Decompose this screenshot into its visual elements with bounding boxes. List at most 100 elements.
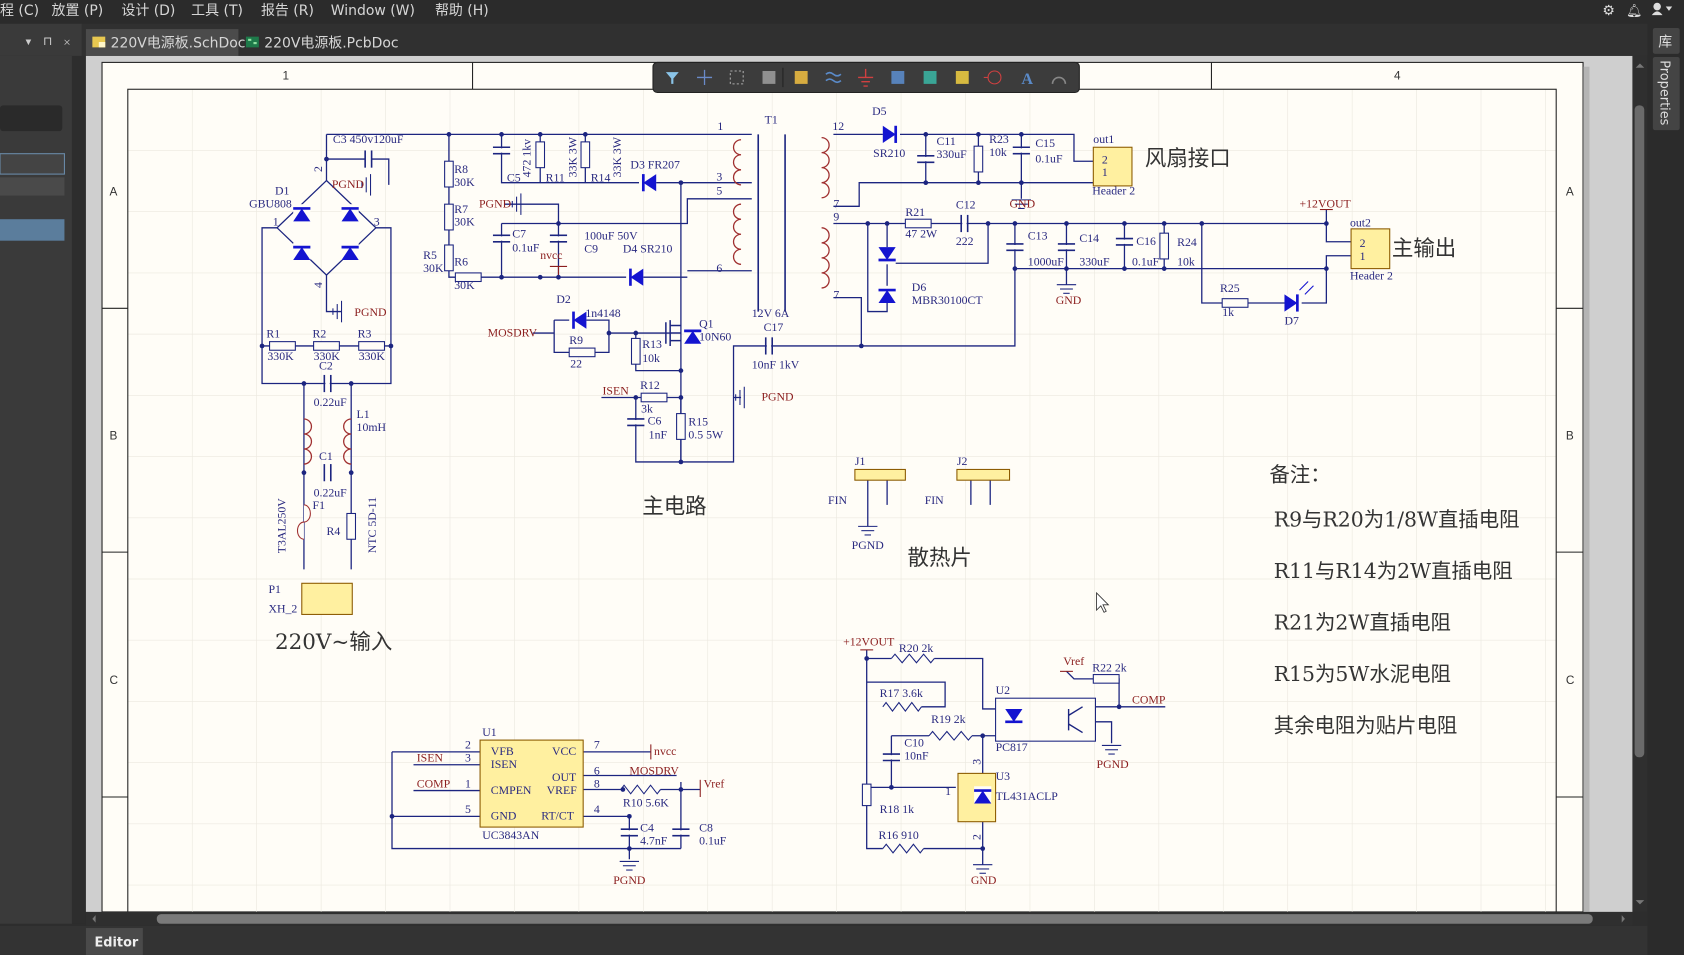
row-marker: B <box>1566 428 1574 442</box>
menu-item-reports[interactable]: 报告 (R) <box>261 3 314 19</box>
panel-row[interactable] <box>0 177 65 196</box>
label-d2v: 1n4148 <box>585 306 620 320</box>
horizontal-scroll-thumb[interactable] <box>156 914 1593 924</box>
label-d4: D4 SR210 <box>623 242 673 256</box>
vertical-scroll-thumb[interactable] <box>1634 105 1645 758</box>
row-marker: A <box>110 185 118 199</box>
junction-dot <box>678 459 684 465</box>
label-r11: R11 <box>546 171 565 185</box>
glyph <box>762 70 776 84</box>
text-icon[interactable]: A <box>1021 71 1033 88</box>
net-label-icon[interactable] <box>955 70 969 84</box>
label-p12: 12 <box>832 119 844 133</box>
label-c4v: 4.7nF <box>640 833 668 847</box>
label-d7: D7 <box>1284 313 1299 327</box>
panel-field[interactable] <box>0 153 65 175</box>
bus-icon[interactable] <box>891 70 905 84</box>
menu-item-help[interactable]: 帮助 (H) <box>435 3 489 19</box>
label-r10: R10 5.6K <box>623 796 669 810</box>
junction-dot <box>389 813 395 819</box>
junction-dot <box>1122 266 1127 271</box>
label-p9: 9 <box>833 209 839 223</box>
label-pgnd3: PGND <box>479 196 512 210</box>
label-d5v: SR210 <box>873 146 905 160</box>
menu-item-tools[interactable]: 工具 (T) <box>191 3 243 19</box>
label-t1p3: 3 <box>716 170 722 184</box>
resistor <box>1159 232 1170 260</box>
section-title-output: 主输出 <box>1392 237 1456 262</box>
tab-schdoc[interactable]: 220V电源板.SchDoc <box>85 29 245 56</box>
status-bar <box>0 925 1648 955</box>
label-f1v: T3AL250V <box>275 498 289 554</box>
junction-dot <box>556 221 561 226</box>
label-r4v: NTC 5D-11 <box>365 497 379 553</box>
label-r13: R13 <box>642 337 662 351</box>
panel-row-selected[interactable] <box>0 219 65 241</box>
library-label: 库 <box>1658 34 1672 50</box>
menu-item-design[interactable]: 设计 (D) <box>121 3 175 19</box>
junction-dot <box>980 846 986 851</box>
label-nvcc2: nvcc <box>654 744 676 758</box>
label-r1: R1 <box>266 326 280 340</box>
close-icon[interactable]: × <box>63 35 70 49</box>
label-u1p1: 1 <box>465 776 471 790</box>
label-r2: R2 <box>313 326 327 340</box>
label-f1: F1 <box>313 498 326 512</box>
heatsink-j2 <box>956 468 1011 481</box>
row-marker: B <box>110 428 118 442</box>
label-r14: R14 <box>591 171 611 185</box>
label-d6v: MBR30100CT <box>912 293 984 307</box>
junction-dot <box>388 343 394 349</box>
junction-dot <box>985 221 991 226</box>
glyph: A <box>1021 71 1033 88</box>
label-c11v: 330uF <box>937 147 968 161</box>
panel-search-input[interactable] <box>0 105 63 132</box>
label-u1p8: 8 <box>594 776 600 790</box>
label-r13v: 10k <box>642 351 660 365</box>
sheet-symbol-icon[interactable] <box>923 70 937 84</box>
tab-label: 220V电源板.PcbDoc <box>264 35 398 51</box>
header-out2 <box>1350 228 1391 270</box>
label-r20: R20 2k <box>899 641 934 655</box>
align-icon[interactable] <box>762 70 776 84</box>
junction-dot <box>1064 221 1069 226</box>
row-marker: C <box>110 673 119 687</box>
bell-icon[interactable]: 🔔︎ <box>1626 4 1642 18</box>
tab-pcbdoc[interactable]: 220V电源板.PcbDoc <box>245 35 399 51</box>
junction-dot <box>976 132 981 137</box>
label-r4: R4 <box>326 524 340 538</box>
menu-item-project[interactable]: 程 (C) <box>0 3 39 19</box>
label-r6: R6 <box>454 254 468 268</box>
resistor <box>444 160 454 188</box>
label-c8v: 0.1uF <box>699 833 727 847</box>
notes-title: 备注： <box>1269 462 1330 486</box>
label-isen1: ISEN <box>603 383 630 397</box>
junction-dot <box>1116 704 1122 710</box>
label-vref: VREF <box>547 783 578 797</box>
pin-icon[interactable]: ⊓ <box>43 34 52 48</box>
properties-panel-button[interactable]: Properties <box>1652 57 1680 131</box>
label-out2: out2 <box>1350 216 1371 230</box>
column-marker: 4 <box>1394 69 1401 83</box>
panel-menu-icon[interactable]: ▼ <box>24 37 34 48</box>
label-p1v: XH_2 <box>268 601 297 615</box>
resistor <box>640 392 668 403</box>
label-c16v: 0.1uF <box>1132 254 1160 268</box>
editor-tab-label: Editor <box>95 935 139 950</box>
resistor <box>973 145 984 173</box>
label-c6v: 1nF <box>649 427 668 441</box>
component-icon[interactable] <box>794 70 808 84</box>
cap-gap <box>548 236 569 241</box>
gear-icon[interactable]: ⚙ <box>1602 4 1615 19</box>
junction-dot <box>301 381 307 386</box>
menu-item-place[interactable]: 放置 (P) <box>52 3 104 19</box>
label-r8v: 30K <box>454 175 475 189</box>
menu-item-window[interactable]: Window (W) <box>331 3 415 19</box>
menu-bar <box>0 0 1684 24</box>
label-u1: U1 <box>482 725 497 739</box>
cap-gap <box>671 830 691 835</box>
label-j1: J1 <box>855 454 866 468</box>
label-fin2: FIN <box>925 493 944 507</box>
label-c15v: 0.1uF <box>1035 151 1063 165</box>
library-panel-button[interactable]: 库 <box>1652 28 1680 54</box>
